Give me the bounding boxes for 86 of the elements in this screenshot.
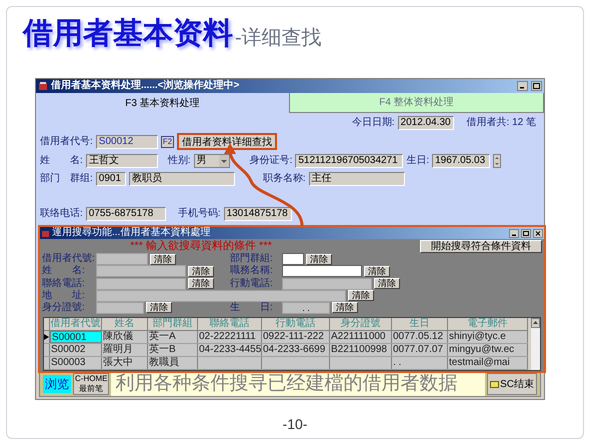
text-field[interactable]: S00012 [96, 134, 158, 148]
column-header: 行動電話 [262, 318, 330, 330]
table-cell: 04-2233-4455 [198, 344, 262, 356]
text-field[interactable]: 512112196705034271 [295, 154, 404, 168]
dialog-heading: *** 輸入欲搜尋資料的條件 *** [129, 238, 273, 252]
clear-button[interactable]: 清除 [146, 302, 172, 314]
table-cell: 張大中 [102, 357, 148, 370]
column-header: 部門群組 [148, 318, 198, 330]
mode-indicator: 浏览 [43, 375, 71, 393]
table-cell: 教職員 [148, 357, 198, 370]
table-cell: B221100998 [330, 344, 392, 356]
field-label: 今日日期: [352, 116, 395, 130]
caption-callout: 利用各种条件搜寻已经建檔的借用者数据 [111, 372, 486, 396]
field-label: 身份证号: [250, 154, 292, 168]
clear-button[interactable]: 清除 [188, 266, 214, 277]
clear-button[interactable]: 清除 [332, 302, 358, 314]
field-label: 手机号码: [178, 206, 221, 221]
table-cell: 英一B [148, 344, 198, 356]
tab[interactable]: F4 整体资料处理 [290, 93, 544, 113]
field-label: 联络电话: [40, 206, 83, 221]
field-label: 姓 名: [40, 154, 83, 168]
field-label: 借用者代號: [42, 253, 94, 265]
text-field[interactable]: 主任 [308, 172, 405, 186]
table-cell: S00002 [50, 344, 102, 356]
page-subtitle: -详细查找 [235, 26, 322, 51]
field-label: 性别: [168, 154, 191, 168]
table-cell: testmail@mai [448, 357, 528, 370]
clear-button[interactable]: 清除 [374, 278, 400, 289]
table-cell: 0922-111-222 [262, 331, 330, 344]
table-cell: 04-2233-6699 [262, 344, 330, 356]
dropdown-value: 男 [196, 154, 207, 166]
field-label: 姓 名: [42, 265, 86, 278]
window-title: 借用者基本资料处理......<浏览操作处理中> [51, 80, 240, 92]
table-cell: . . [392, 357, 448, 370]
field-label: 生日: [406, 154, 430, 168]
tab[interactable]: F3 基本资料处理 [36, 93, 290, 113]
table-cell: 陳欣儀 [102, 331, 148, 344]
table-cell: 0077.05.12 [392, 331, 448, 344]
table-cell: shinyi@tyc.e [448, 331, 528, 344]
page-number: -10- [282, 415, 308, 434]
clear-button[interactable]: 清除 [306, 254, 332, 265]
column-header: 身分證號 [330, 318, 392, 330]
clear-button[interactable]: 清除 [364, 266, 390, 277]
table-cell: A221111000 [330, 331, 392, 344]
table-cell: 02-22221111 [198, 331, 262, 344]
text-field[interactable]: 1967.05.03 [432, 154, 490, 168]
table-cell: S00003 [50, 357, 102, 370]
field-label: 借用者代号: [40, 134, 93, 149]
lookup-button[interactable]: F2 [160, 136, 174, 148]
column-header: 電子郵件 [448, 318, 528, 330]
table-cell: 0077.07.07 [392, 344, 448, 356]
table-cell: 英一A [148, 331, 198, 344]
column-header: 聯絡電話 [198, 318, 262, 330]
field-label: 身分證號: [42, 302, 86, 314]
field-label: 行動電話: [230, 278, 274, 290]
clear-button[interactable]: 清除 [150, 254, 176, 265]
detail-search-button[interactable]: 借用者资料详细查找 [177, 133, 278, 150]
gender-dropdown[interactable]: 男 [194, 154, 230, 168]
table-cell: S00001 [50, 331, 102, 344]
clear-button[interactable]: 清除 [188, 278, 214, 289]
exit-button[interactable]: SC结束 [487, 373, 537, 395]
dialog-title: 運用搜尋功能...借用者基本資料處理 [52, 227, 212, 239]
input-field[interactable]: . . [282, 302, 330, 314]
field-label: 生 日: [230, 302, 274, 314]
field-label: 部門群組: [230, 253, 274, 264]
text-field[interactable]: 13014875178 [224, 206, 292, 220]
clear-button[interactable]: 清除 [348, 290, 374, 302]
first-record-button[interactable]: C-HOME 最前笔 [73, 373, 110, 395]
column-header: 生日 [392, 318, 448, 330]
page-title: 借用者基本资料 [23, 17, 233, 51]
column-header: 姓名 [102, 318, 148, 330]
table-cell: mingyu@tw.ec [448, 344, 528, 356]
column-header: 借用者代號 [50, 318, 102, 330]
text-field[interactable]: 教职员 [128, 172, 235, 186]
field-label: 聯絡電話: [42, 278, 86, 290]
text-field[interactable]: 王哲文 [86, 154, 158, 168]
text-field[interactable]: 0901 [96, 172, 126, 186]
field-label: 職務名稱: [230, 265, 274, 278]
record-count: 借用者共: 12 笔 [466, 116, 536, 130]
field-label: 部门 群组: [40, 172, 93, 186]
start-search-button[interactable]: 開始搜尋符合條件資料 [420, 240, 542, 252]
text-field[interactable]: 2012.04.30 [398, 116, 454, 130]
table-cell: 羅明月 [102, 344, 148, 356]
field-label: 地 址: [42, 290, 86, 302]
field-label: 职务名称: [262, 172, 306, 186]
text-field[interactable]: 0755-6875178 [86, 206, 166, 220]
